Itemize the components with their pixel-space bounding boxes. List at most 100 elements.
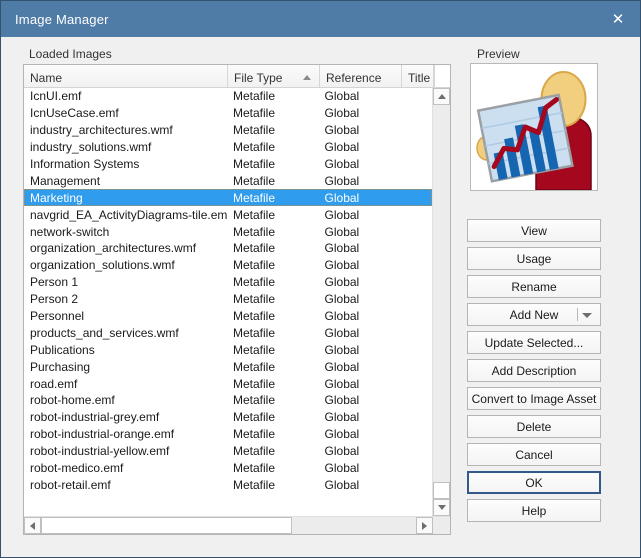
delete-button[interactable]: Delete [467, 415, 601, 438]
table-row[interactable]: industry_solutions.wmf Metafile Global [24, 139, 432, 156]
table-row[interactable]: robot-retail.emf Metafile Global [24, 476, 432, 493]
cell-type: Metafile [232, 173, 275, 188]
cell-ref: Global [324, 140, 360, 155]
close-icon[interactable]: ✕ [596, 1, 640, 37]
cell-name: industry_architectures.wmf [30, 123, 173, 138]
rename-button[interactable]: Rename [467, 275, 601, 298]
cancel-button[interactable]: Cancel [467, 443, 601, 466]
table-row[interactable]: Publications Metafile Global [24, 341, 432, 358]
cell-name: robot-home.emf [30, 393, 115, 408]
cell-name: IcnUseCase.emf [30, 106, 119, 121]
vertical-scroll-track[interactable] [433, 105, 450, 482]
cell-type: Metafile [232, 241, 275, 256]
view-button[interactable]: View [467, 219, 601, 242]
column-header-type[interactable]: File Type [228, 65, 320, 87]
cell-name: Management [30, 173, 101, 188]
table-row[interactable]: robot-industrial-orange.emf Metafile Globa… [24, 426, 432, 443]
cell-ref: Global [324, 275, 360, 290]
column-header-label: Title [408, 70, 431, 85]
table-row[interactable]: industry_architectures.wmf Metafile Global [24, 122, 432, 139]
table-row[interactable]: road.emf Metafile Global [24, 375, 432, 392]
horizontal-scroll-thumb[interactable] [41, 517, 293, 534]
cell-name: robot-medico.emf [30, 461, 124, 476]
vertical-scrollbar[interactable] [432, 88, 450, 516]
cell-ref: Global [324, 157, 360, 171]
add-desc-button[interactable]: Add Description [467, 359, 601, 382]
table-row[interactable]: navgrid_EA_ActivityDiagrams-tile.emf Meta… [24, 206, 432, 223]
button-label: Add New [509, 307, 559, 322]
column-header-ref[interactable]: Reference [320, 65, 402, 87]
cell-name: products_and_services.wmf [30, 325, 179, 340]
table-row[interactable]: Information Systems Metafile Global [24, 156, 432, 173]
column-header-label: File Type [234, 70, 283, 85]
preview-label: Preview [477, 47, 520, 61]
table-row[interactable]: organization_solutions.wmf Metafile Global [24, 257, 432, 274]
cell-type: Metafile [232, 106, 275, 121]
column-header-name[interactable]: Name [24, 65, 228, 87]
cell-type: Metafile [232, 477, 275, 492]
table-row[interactable]: robot-industrial-yellow.emf Metafile Globa… [24, 443, 432, 460]
scroll-down-button[interactable] [433, 499, 450, 516]
table-row[interactable]: network-switch Metafile Global [24, 223, 432, 240]
cell-type: Metafile [232, 359, 275, 374]
horizontal-scroll-track[interactable] [41, 517, 416, 534]
cell-ref: Global [324, 477, 360, 492]
cell-ref: Global [324, 359, 360, 374]
cell-type: Metafile [232, 393, 275, 408]
scroll-right-button[interactable] [416, 517, 433, 534]
table-row[interactable]: Marketing Metafile Global [24, 189, 432, 207]
cell-name: industry_solutions.wmf [30, 140, 152, 155]
cell-type: Metafile [232, 376, 275, 391]
table-row[interactable]: Person 1 Metafile Global [24, 274, 432, 291]
cell-ref: Global [324, 224, 360, 239]
table-row[interactable]: Person 2 Metafile Global [24, 291, 432, 308]
cell-type: Metafile [232, 461, 275, 476]
table-row[interactable]: IcnUI.emf Metafile Global [24, 88, 432, 105]
cell-ref: Global [324, 325, 360, 340]
column-header-title[interactable]: Title [402, 65, 434, 87]
cell-name: Information Systems [30, 157, 140, 171]
cell-ref: Global [324, 89, 360, 104]
usage-button[interactable]: Usage [467, 247, 601, 270]
cell-name: robot-industrial-orange.emf [30, 427, 175, 442]
scroll-up-button[interactable] [433, 88, 450, 105]
cell-ref: Global [324, 461, 360, 476]
cell-name: network-switch [30, 224, 110, 239]
add-new-button[interactable]: Add New [467, 303, 601, 326]
cell-ref: Global [324, 444, 360, 459]
update-button[interactable]: Update Selected... [467, 331, 601, 354]
cell-name: Publications [30, 342, 95, 357]
button-label: Update Selected... [484, 335, 584, 350]
cell-name: IcnUI.emf [30, 89, 82, 104]
chevron-down-icon[interactable] [582, 312, 592, 318]
table-row[interactable]: robot-home.emf Metafile Global [24, 392, 432, 409]
list-rows[interactable]: IcnUI.emf Metafile Global IcnUseCase.emf Met… [24, 88, 432, 516]
table-row[interactable]: Management Metafile Global [24, 172, 432, 189]
vertical-scroll-thumb[interactable] [433, 482, 450, 499]
cell-ref: Global [324, 190, 360, 205]
convert-button[interactable]: Convert to Image Asset [467, 387, 601, 410]
chevron-left-icon [30, 521, 35, 530]
table-row[interactable]: robot-medico.emf Metafile Global [24, 460, 432, 477]
preview-image-box [470, 63, 598, 191]
ok-button[interactable]: OK [467, 471, 601, 494]
cell-ref: Global [324, 123, 360, 138]
cell-type: Metafile [232, 207, 275, 222]
horizontal-scrollbar[interactable] [24, 516, 450, 534]
table-row[interactable]: products_and_services.wmf Metafile Global [24, 324, 432, 341]
cell-ref: Global [324, 342, 360, 357]
column-header-filler [434, 65, 450, 87]
cell-type: Metafile [232, 275, 275, 290]
cell-type: Metafile [232, 342, 275, 357]
table-row[interactable]: Purchasing Metafile Global [24, 358, 432, 375]
cell-ref: Global [324, 410, 360, 425]
cell-type: Metafile [232, 157, 275, 171]
cell-type: Metafile [232, 444, 275, 459]
table-row[interactable]: IcnUseCase.emf Metafile Global [24, 105, 432, 122]
table-row[interactable]: robot-industrial-grey.emf Metafile Global [24, 409, 432, 426]
column-header-label: Name [30, 70, 63, 85]
table-row[interactable]: organization_architectures.wmf Metafile Gl… [24, 240, 432, 257]
scroll-left-button[interactable] [24, 517, 41, 534]
help-button[interactable]: Help [467, 499, 601, 522]
table-row[interactable]: Personnel Metafile Global [24, 308, 432, 325]
